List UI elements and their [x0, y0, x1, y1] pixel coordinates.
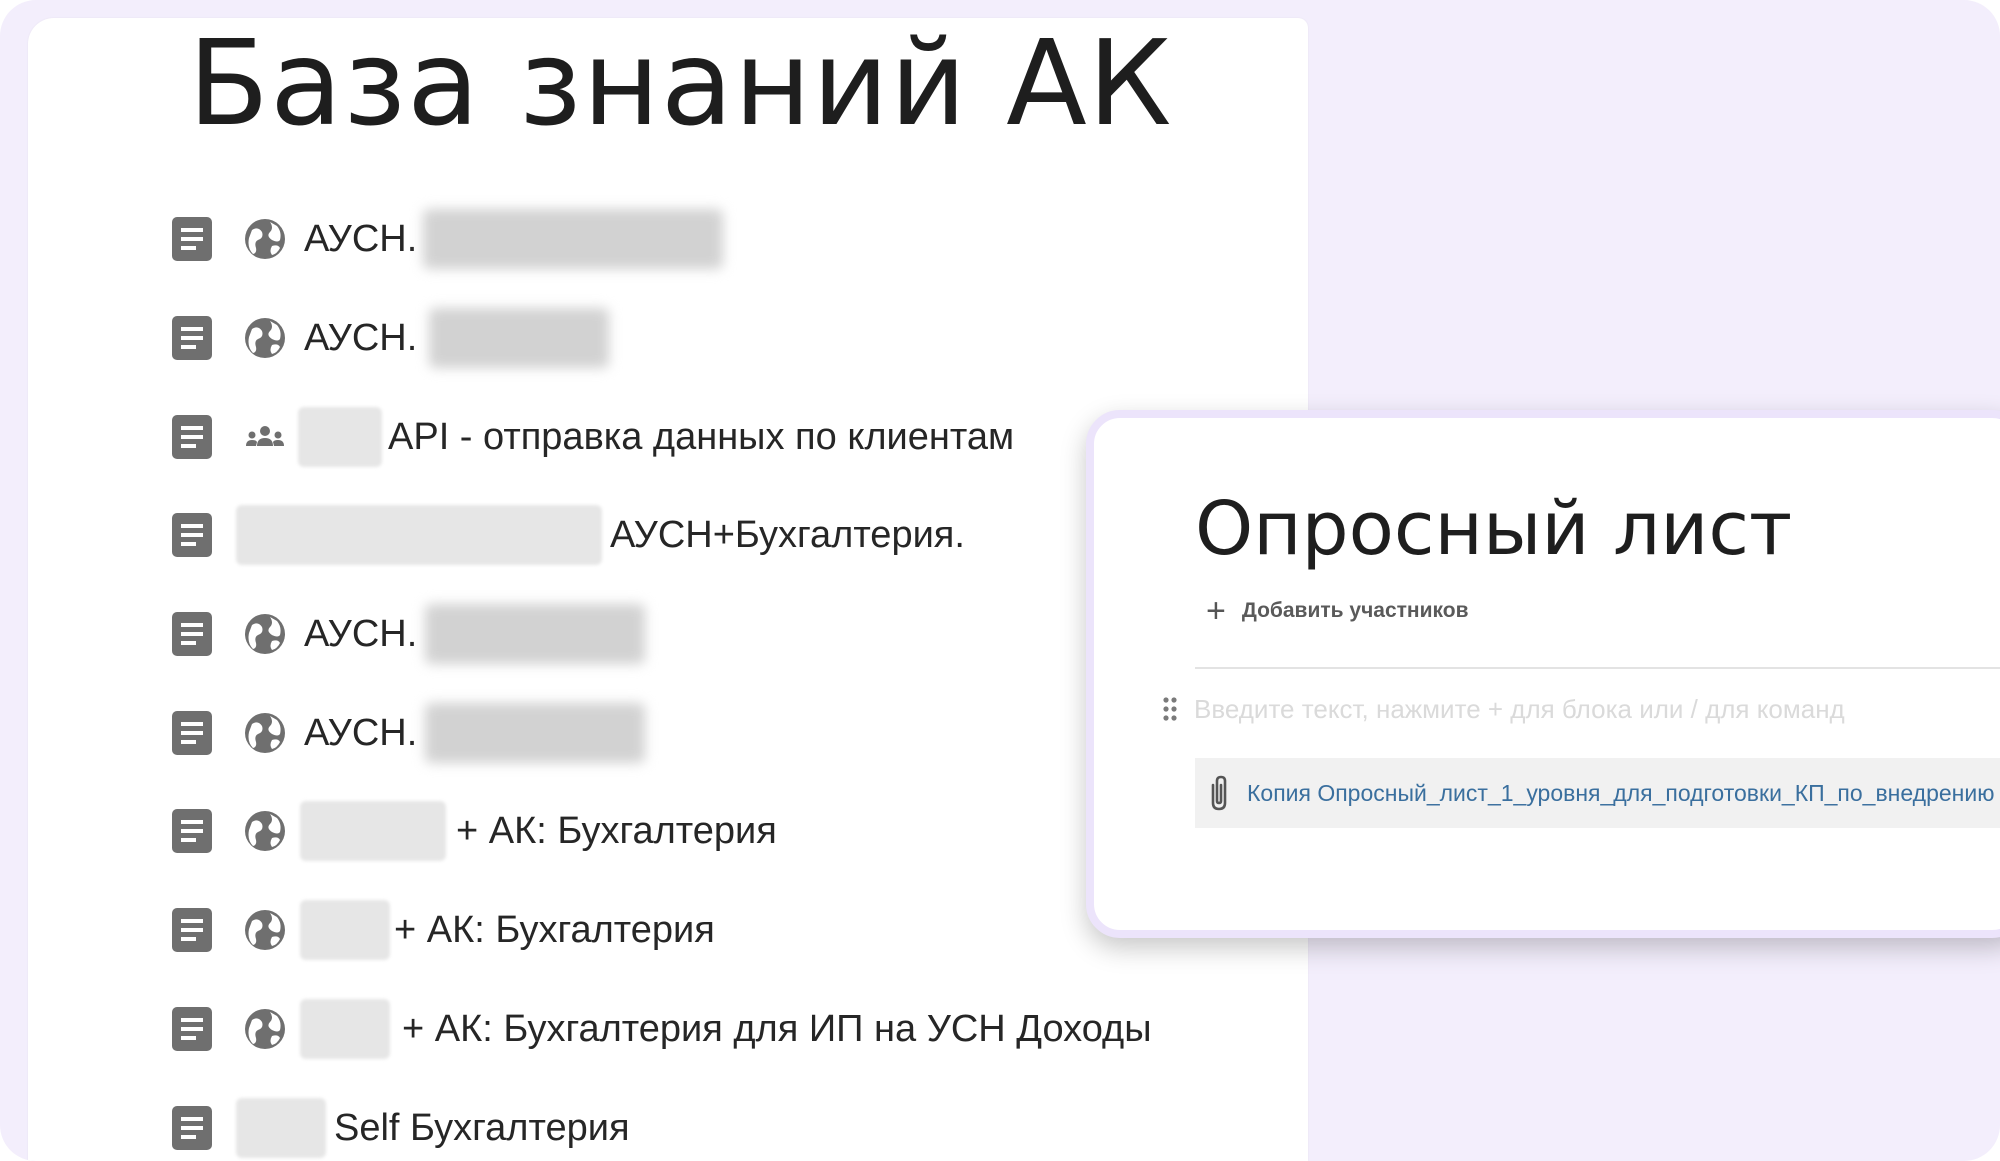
- add-members-button[interactable]: + Добавить участников: [1206, 592, 1469, 630]
- document-icon: [170, 1005, 214, 1053]
- item-label: API - отправка данных по клиентам: [388, 415, 1015, 458]
- globe-icon: [242, 808, 288, 854]
- redacted-text: [236, 505, 602, 565]
- item-label: + АК: Бухгалтерия для ИП на УСН Доходы: [402, 1007, 1152, 1050]
- editor-input[interactable]: [1194, 688, 2000, 730]
- redacted-text: [300, 801, 446, 861]
- globe-icon: [242, 710, 288, 756]
- group-icon: [242, 414, 288, 460]
- card-title[interactable]: Опросный лист: [1195, 484, 1792, 574]
- item-label: АУСН.: [304, 316, 418, 359]
- redacted-text: [423, 209, 724, 269]
- list-item[interactable]: АУСН.: [170, 204, 1270, 274]
- add-members-label: Добавить участников: [1241, 599, 1469, 622]
- item-label: Self Бухгалтерия: [334, 1106, 630, 1149]
- document-card: Опросный лист + Добавить участников Копи…: [1086, 410, 2000, 938]
- redacted-text: [300, 900, 390, 960]
- item-label: АУСН.: [304, 217, 418, 260]
- list-item[interactable]: АУСН.: [170, 303, 1270, 373]
- document-icon: [170, 1104, 214, 1152]
- redacted-text: [425, 703, 646, 763]
- background-frame: База знаний АК АУСН. АУСН. API - отправк…: [0, 0, 2000, 1161]
- globe-icon: [242, 1006, 288, 1052]
- list-item[interactable]: Self Бухгалтерия: [170, 1093, 1270, 1161]
- item-label: + АК: Бухгалтерия: [456, 809, 777, 852]
- divider: [1195, 667, 2000, 669]
- document-icon: [170, 807, 214, 855]
- list-item[interactable]: + АК: Бухгалтерия для ИП на УСН Доходы: [170, 994, 1270, 1064]
- redacted-text: [298, 407, 382, 467]
- document-icon: [170, 610, 214, 658]
- drag-handle-icon[interactable]: [1160, 694, 1180, 724]
- document-icon: [170, 511, 214, 559]
- globe-icon: [242, 907, 288, 953]
- attachment-link[interactable]: Копия Опросный_лист_1_уровня_для_подгото…: [1195, 758, 2000, 828]
- globe-icon: [242, 611, 288, 657]
- document-icon: [170, 709, 214, 757]
- page-title: База знаний АК: [188, 14, 1173, 152]
- document-icon: [170, 413, 214, 461]
- document-icon: [170, 906, 214, 954]
- item-label: АУСН.: [304, 612, 418, 655]
- redacted-text: [236, 1098, 326, 1158]
- paperclip-icon: [1201, 771, 1237, 815]
- attachment-filename: Копия Опросный_лист_1_уровня_для_подгото…: [1247, 779, 1995, 806]
- redacted-text: [425, 604, 646, 664]
- globe-icon: [242, 315, 288, 361]
- item-label: АУСН.: [304, 711, 418, 754]
- redacted-text: [300, 999, 390, 1059]
- document-icon: [170, 215, 214, 263]
- redacted-text: [429, 308, 610, 368]
- globe-icon: [242, 216, 288, 262]
- item-label: + АК: Бухгалтерия: [394, 908, 715, 951]
- document-icon: [170, 314, 214, 362]
- item-label: АУСН+Бухгалтерия.: [610, 513, 965, 556]
- plus-icon: +: [1206, 592, 1226, 630]
